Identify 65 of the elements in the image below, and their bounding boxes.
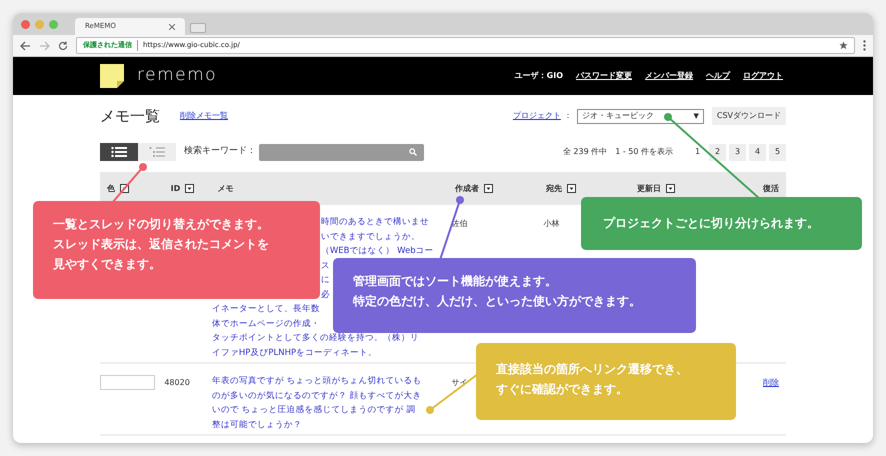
memo-link[interactable]: いできますでしょうか。 [320, 230, 420, 244]
page-button[interactable]: 2 [709, 144, 726, 160]
column-header[interactable]: 宛先 [546, 182, 576, 194]
color-swatch[interactable] [100, 375, 155, 390]
memo-link[interactable]: イネーターとして、長年数 [212, 302, 320, 316]
callout-text: 一覧とスレッドの切り替えができます。 [53, 216, 269, 233]
user-label: ユーザ：GIO [514, 70, 563, 82]
delete-link[interactable]: 削除 [763, 377, 779, 432]
column-header[interactable]: ID [170, 182, 194, 194]
page-title: メモ一覧 [100, 106, 160, 127]
memo-link[interactable]: 年表の写真ですが ちょっと頭がちょん切れているも [212, 374, 422, 388]
page-button[interactable]: 5 [769, 144, 786, 160]
search-label: 検索キーワード： [184, 145, 256, 158]
page-button[interactable]: 3 [729, 144, 746, 160]
memo-link[interactable]: のが多いのが気になるのですが？ 顔もすべてが大き [212, 388, 422, 403]
memo-link[interactable]: 体でホームページの作成・ [212, 316, 320, 331]
deleted-memos-link[interactable]: 削除メモ一覧 [180, 110, 228, 122]
memo-link[interactable]: に [320, 273, 330, 288]
memo-link[interactable]: ス [320, 258, 330, 273]
sort-icon[interactable] [566, 184, 576, 193]
sort-icon[interactable] [185, 184, 194, 193]
close-icon[interactable] [169, 24, 175, 30]
page-button[interactable]: 4 [749, 144, 766, 160]
header-link[interactable]: パスワード変更 [576, 70, 632, 82]
list-view-button[interactable] [100, 143, 138, 161]
memo-link[interactable]: 必 [320, 288, 330, 302]
callout-text: 特定の色だけ、人だけ、といった使い方ができます。 [353, 293, 641, 310]
memo-link[interactable]: いので ちょっと圧迫感を感じてしまうのですが 調 [212, 403, 416, 418]
sticky-note-icon [100, 64, 124, 88]
header-link[interactable]: ログアウト [743, 70, 783, 82]
logo-text: rememo [137, 64, 218, 88]
csv-download-button[interactable]: CSVダウンロード [712, 107, 786, 125]
callout-text: 直接該当の箇所へリンク遷移でき、 [496, 361, 688, 378]
project-link[interactable]: プロジェクト [512, 110, 561, 122]
column-header[interactable]: 更新日 [636, 182, 675, 194]
memo-link[interactable]: タッチポイントとして多くの経験を持つ。（株）リ [212, 331, 419, 346]
search-icon[interactable] [409, 148, 417, 156]
callout-text: 管理画面ではソート機能が使えます。 [353, 273, 557, 290]
column-header[interactable]: メモ [218, 182, 234, 194]
menu-icon[interactable] [863, 40, 866, 51]
table-cell: 小林 [543, 219, 560, 228]
search-field[interactable] [259, 144, 424, 160]
memo-link[interactable]: 時間のあるときで構いませ [320, 215, 429, 230]
memo-link[interactable]: （WEBではなく） Webコー [320, 244, 434, 258]
header-link[interactable]: メンバー登録 [645, 70, 693, 82]
column-header[interactable]: 作成者 [454, 182, 493, 194]
back-icon[interactable] [20, 40, 31, 50]
thread-list-icon [149, 147, 165, 157]
memo-link[interactable]: 整は可能でしょうか？ [212, 418, 302, 432]
callout-text: すぐに確認ができます。 [496, 381, 628, 398]
list-icon [111, 147, 127, 157]
sort-icon[interactable] [484, 184, 493, 193]
sort-icon[interactable] [666, 184, 675, 193]
result-summary: 全 239 件中 1 - 50 件を表示 [562, 146, 673, 158]
callout-text: スレッド表示は、返信されたコメントを [53, 236, 269, 253]
column-header[interactable]: 色 [107, 182, 129, 194]
table-cell: 48020 [164, 378, 190, 387]
memo-link[interactable]: イファHP及びPLNHPをコーディネート。 [212, 346, 378, 360]
header-link[interactable]: ヘルプ [706, 70, 730, 82]
project-colon: ： [564, 110, 572, 122]
column-header[interactable]: 復活 [763, 182, 779, 194]
reload-icon[interactable] [58, 40, 68, 50]
star-icon[interactable] [839, 41, 848, 50]
callout-text: 見やすくできます。 [53, 256, 161, 273]
callout-text: プロジェクトごとに切り分けられます。 [603, 215, 819, 232]
